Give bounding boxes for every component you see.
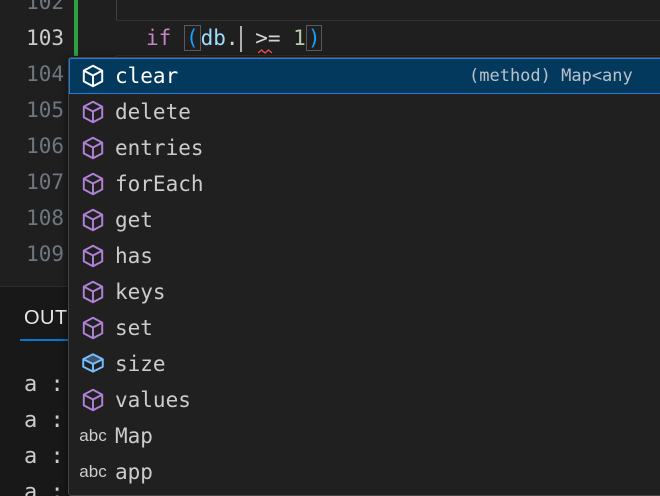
line-number: 109 bbox=[26, 242, 64, 266]
cube-icon bbox=[73, 382, 113, 418]
cube-icon bbox=[73, 238, 113, 274]
suggestion-item-entries[interactable]: entries bbox=[69, 130, 660, 166]
identifier-db: db bbox=[200, 26, 226, 50]
output-line: a : bbox=[24, 408, 64, 433]
output-line: a : bbox=[24, 480, 64, 496]
suggestion-detail: (method) Map<any bbox=[469, 66, 633, 86]
suggestion-item-map[interactable]: abc Map bbox=[69, 418, 660, 454]
suggestion-item-values[interactable]: values bbox=[69, 382, 660, 418]
cube-icon bbox=[73, 130, 113, 166]
dot-operator: . bbox=[225, 26, 239, 50]
line-number: 104 bbox=[26, 62, 64, 86]
suggestion-label: has bbox=[115, 244, 153, 268]
cube-icon bbox=[73, 274, 113, 310]
suggestion-label: size bbox=[115, 352, 166, 376]
cube-icon bbox=[73, 202, 113, 238]
text-kind-icon: abc bbox=[79, 462, 107, 481]
suggestion-label: keys bbox=[115, 280, 166, 304]
git-modified-marker bbox=[74, 0, 78, 56]
suggestion-label: set bbox=[115, 316, 153, 340]
code-line-103[interactable]: if (db. >= 1) bbox=[146, 20, 323, 56]
tab-output[interactable]: OUT bbox=[24, 307, 68, 330]
suggestion-label: clear bbox=[115, 64, 179, 88]
suggestion-label: Map bbox=[115, 424, 153, 448]
comparison-operator: >= bbox=[255, 26, 281, 50]
number-literal: 1 bbox=[293, 26, 306, 50]
open-paren: ( bbox=[183, 25, 201, 51]
suggestion-list[interactable]: clear (method) Map<any delete entries fo… bbox=[68, 57, 660, 496]
line-number: 105 bbox=[26, 98, 64, 122]
suggestion-item-set[interactable]: set bbox=[69, 310, 660, 346]
suggestion-item-app[interactable]: abc app bbox=[69, 454, 660, 490]
line-number: 108 bbox=[26, 206, 64, 230]
cube-icon bbox=[73, 58, 113, 94]
output-line: a : bbox=[24, 372, 64, 397]
output-line: a : bbox=[24, 444, 64, 469]
error-squiggle-icon bbox=[258, 49, 272, 54]
suggestion-label: app bbox=[115, 460, 153, 484]
suggestion-item-foreach[interactable]: forEach bbox=[69, 166, 660, 202]
suggestion-item-get[interactable]: get bbox=[69, 202, 660, 238]
active-tab-indicator bbox=[20, 339, 68, 341]
suggestion-label: entries bbox=[115, 136, 204, 160]
suggestion-label: values bbox=[115, 388, 191, 412]
text-kind-icon: abc bbox=[79, 426, 107, 445]
line-number: 107 bbox=[26, 170, 64, 194]
suggestion-label: delete bbox=[115, 100, 191, 124]
close-paren: ) bbox=[305, 25, 323, 51]
suggestion-item-keys[interactable]: keys bbox=[69, 274, 660, 310]
line-number: 106 bbox=[26, 134, 64, 158]
cube-icon bbox=[73, 94, 113, 130]
suggestion-label: get bbox=[115, 208, 153, 232]
suggestion-item-size[interactable]: size bbox=[69, 346, 660, 382]
text-cursor bbox=[239, 26, 242, 52]
cube-icon bbox=[73, 310, 113, 346]
suggestion-item-delete[interactable]: delete bbox=[69, 94, 660, 130]
keyword-if: if bbox=[146, 26, 172, 50]
suggestion-item-has[interactable]: has bbox=[69, 238, 660, 274]
suggestion-item-clear[interactable]: clear (method) Map<any bbox=[69, 58, 660, 94]
line-number: 102 bbox=[26, 0, 64, 14]
cube-icon bbox=[73, 166, 113, 202]
field-icon bbox=[73, 346, 113, 382]
line-number-active: 103 bbox=[26, 26, 64, 50]
suggestion-label: forEach bbox=[115, 172, 204, 196]
